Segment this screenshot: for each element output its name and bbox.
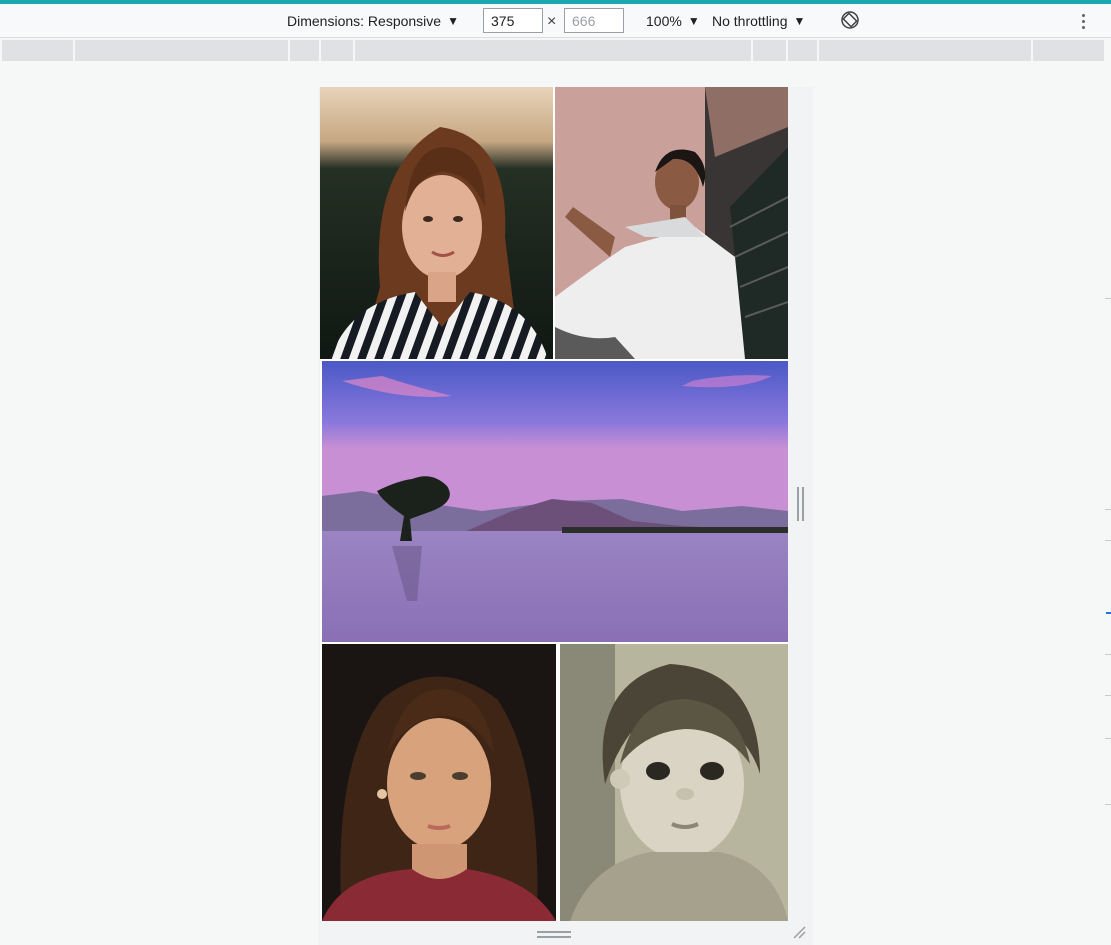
woman-striped-shirt-photo — [320, 87, 553, 359]
height-input[interactable] — [564, 8, 624, 33]
width-input[interactable] — [483, 8, 543, 33]
caret-down-icon: ▼ — [793, 14, 806, 28]
dimensions-label: Dimensions: Responsive — [287, 13, 442, 29]
throttling-label: No throttling — [712, 13, 788, 29]
lake-tree-sunset-photo — [322, 361, 788, 642]
page-content — [320, 87, 788, 921]
side-panel-edge — [1105, 40, 1111, 945]
woman-curly-hair-portrait-photo — [322, 644, 556, 921]
resize-corner-icon[interactable] — [791, 924, 807, 940]
times-symbol: × — [547, 13, 557, 30]
media-query-bar[interactable] — [2, 40, 1104, 61]
more-options-icon[interactable] — [1074, 11, 1092, 31]
rotate-icon[interactable] — [840, 10, 860, 30]
zoom-dropdown[interactable]: 100% ▼ — [646, 4, 700, 38]
throttling-dropdown[interactable]: No throttling ▼ — [712, 4, 805, 38]
child-sepia-portrait-photo — [560, 644, 788, 921]
dimensions-dropdown[interactable]: Dimensions: Responsive ▼ — [287, 4, 459, 38]
resize-handle-icon[interactable] — [537, 929, 571, 939]
woman-white-tshirt-photo — [555, 87, 788, 359]
resize-handle-icon[interactable] — [796, 487, 804, 521]
device-viewport — [318, 87, 813, 945]
zoom-label: 100% — [646, 13, 682, 29]
caret-down-icon: ▼ — [447, 14, 459, 28]
caret-down-icon: ▼ — [687, 14, 700, 28]
device-toolbar: Dimensions: Responsive ▼ × 100% ▼ No thr… — [0, 4, 1111, 38]
